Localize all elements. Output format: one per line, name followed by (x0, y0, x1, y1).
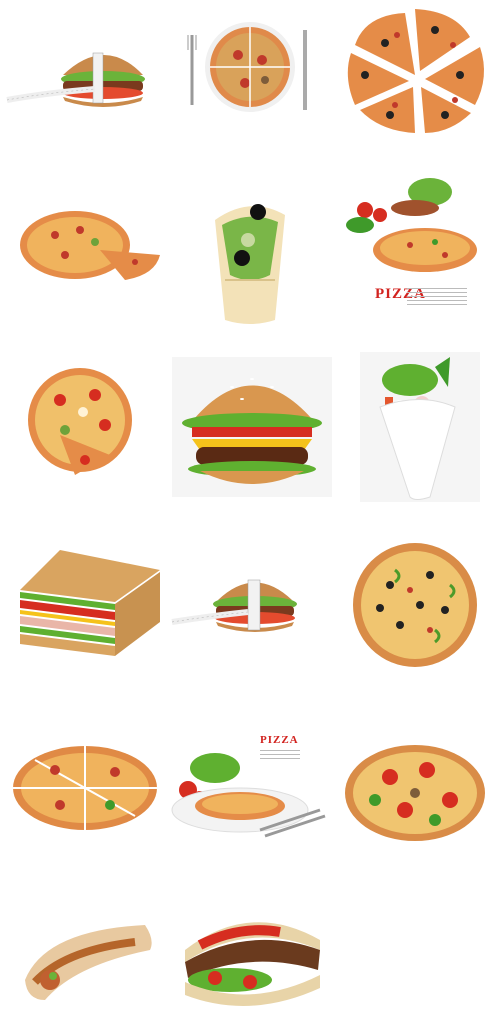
pizza-cut-image (20, 211, 160, 280)
burger-with-tape-image-2 (171, 579, 297, 632)
gallery-tile-tomato-pizza[interactable] (335, 715, 495, 865)
gallery-tile-wrap[interactable] (170, 180, 330, 330)
gallery-tile-meat-wrap[interactable] (5, 870, 165, 1020)
pizza-plate-caption: PIZZA (260, 734, 299, 746)
kebab-sandwich-image (185, 922, 320, 1006)
gallery-tile-kebab[interactable] (170, 870, 330, 1020)
olive-pepper-pizza-image (353, 543, 477, 667)
gallery-tile-pizza-salad[interactable]: PIZZA (335, 170, 495, 320)
burger-with-tape-image (6, 52, 145, 107)
pizza-with-cutlery-image (187, 22, 307, 112)
salad-cone-image (360, 352, 480, 502)
gallery-tile-club-sandwich[interactable] (5, 530, 165, 680)
club-sandwich-image (20, 550, 160, 656)
gallery-tile-pizza-cutlery[interactable] (170, 5, 330, 155)
pizza-plate-caption-fine-print (260, 748, 300, 759)
vegetable-pizza-image (28, 368, 132, 475)
sliced-pizza-image (13, 746, 157, 830)
gallery-tile-burger-tape-2[interactable] (170, 530, 330, 680)
tortilla-wrap-image (215, 204, 285, 324)
pizza-slices-image (347, 9, 484, 133)
pizza-caption-fine-print (407, 286, 467, 305)
tomato-pizza-image (345, 745, 485, 841)
gallery-tile-pizza-cut[interactable] (5, 180, 165, 330)
gallery-tile-veg-pizza[interactable] (5, 350, 165, 500)
gallery-tile-pizza-plate[interactable]: PIZZA (170, 720, 330, 870)
gallery-tile-pizza-sliced[interactable] (5, 710, 165, 860)
gallery-tile-pizza-slices[interactable] (335, 5, 495, 155)
gallery-tile-olive-pizza[interactable] (335, 530, 495, 680)
gallery-tile-salad-cone[interactable] (340, 352, 500, 502)
gallery-tile-burger-tape[interactable] (5, 5, 165, 155)
gallery-tile-cheeseburger[interactable] (172, 357, 332, 507)
pizza-plate-image (171, 753, 326, 838)
cheeseburger-image (172, 357, 332, 497)
meat-wrap-image (25, 925, 152, 1000)
